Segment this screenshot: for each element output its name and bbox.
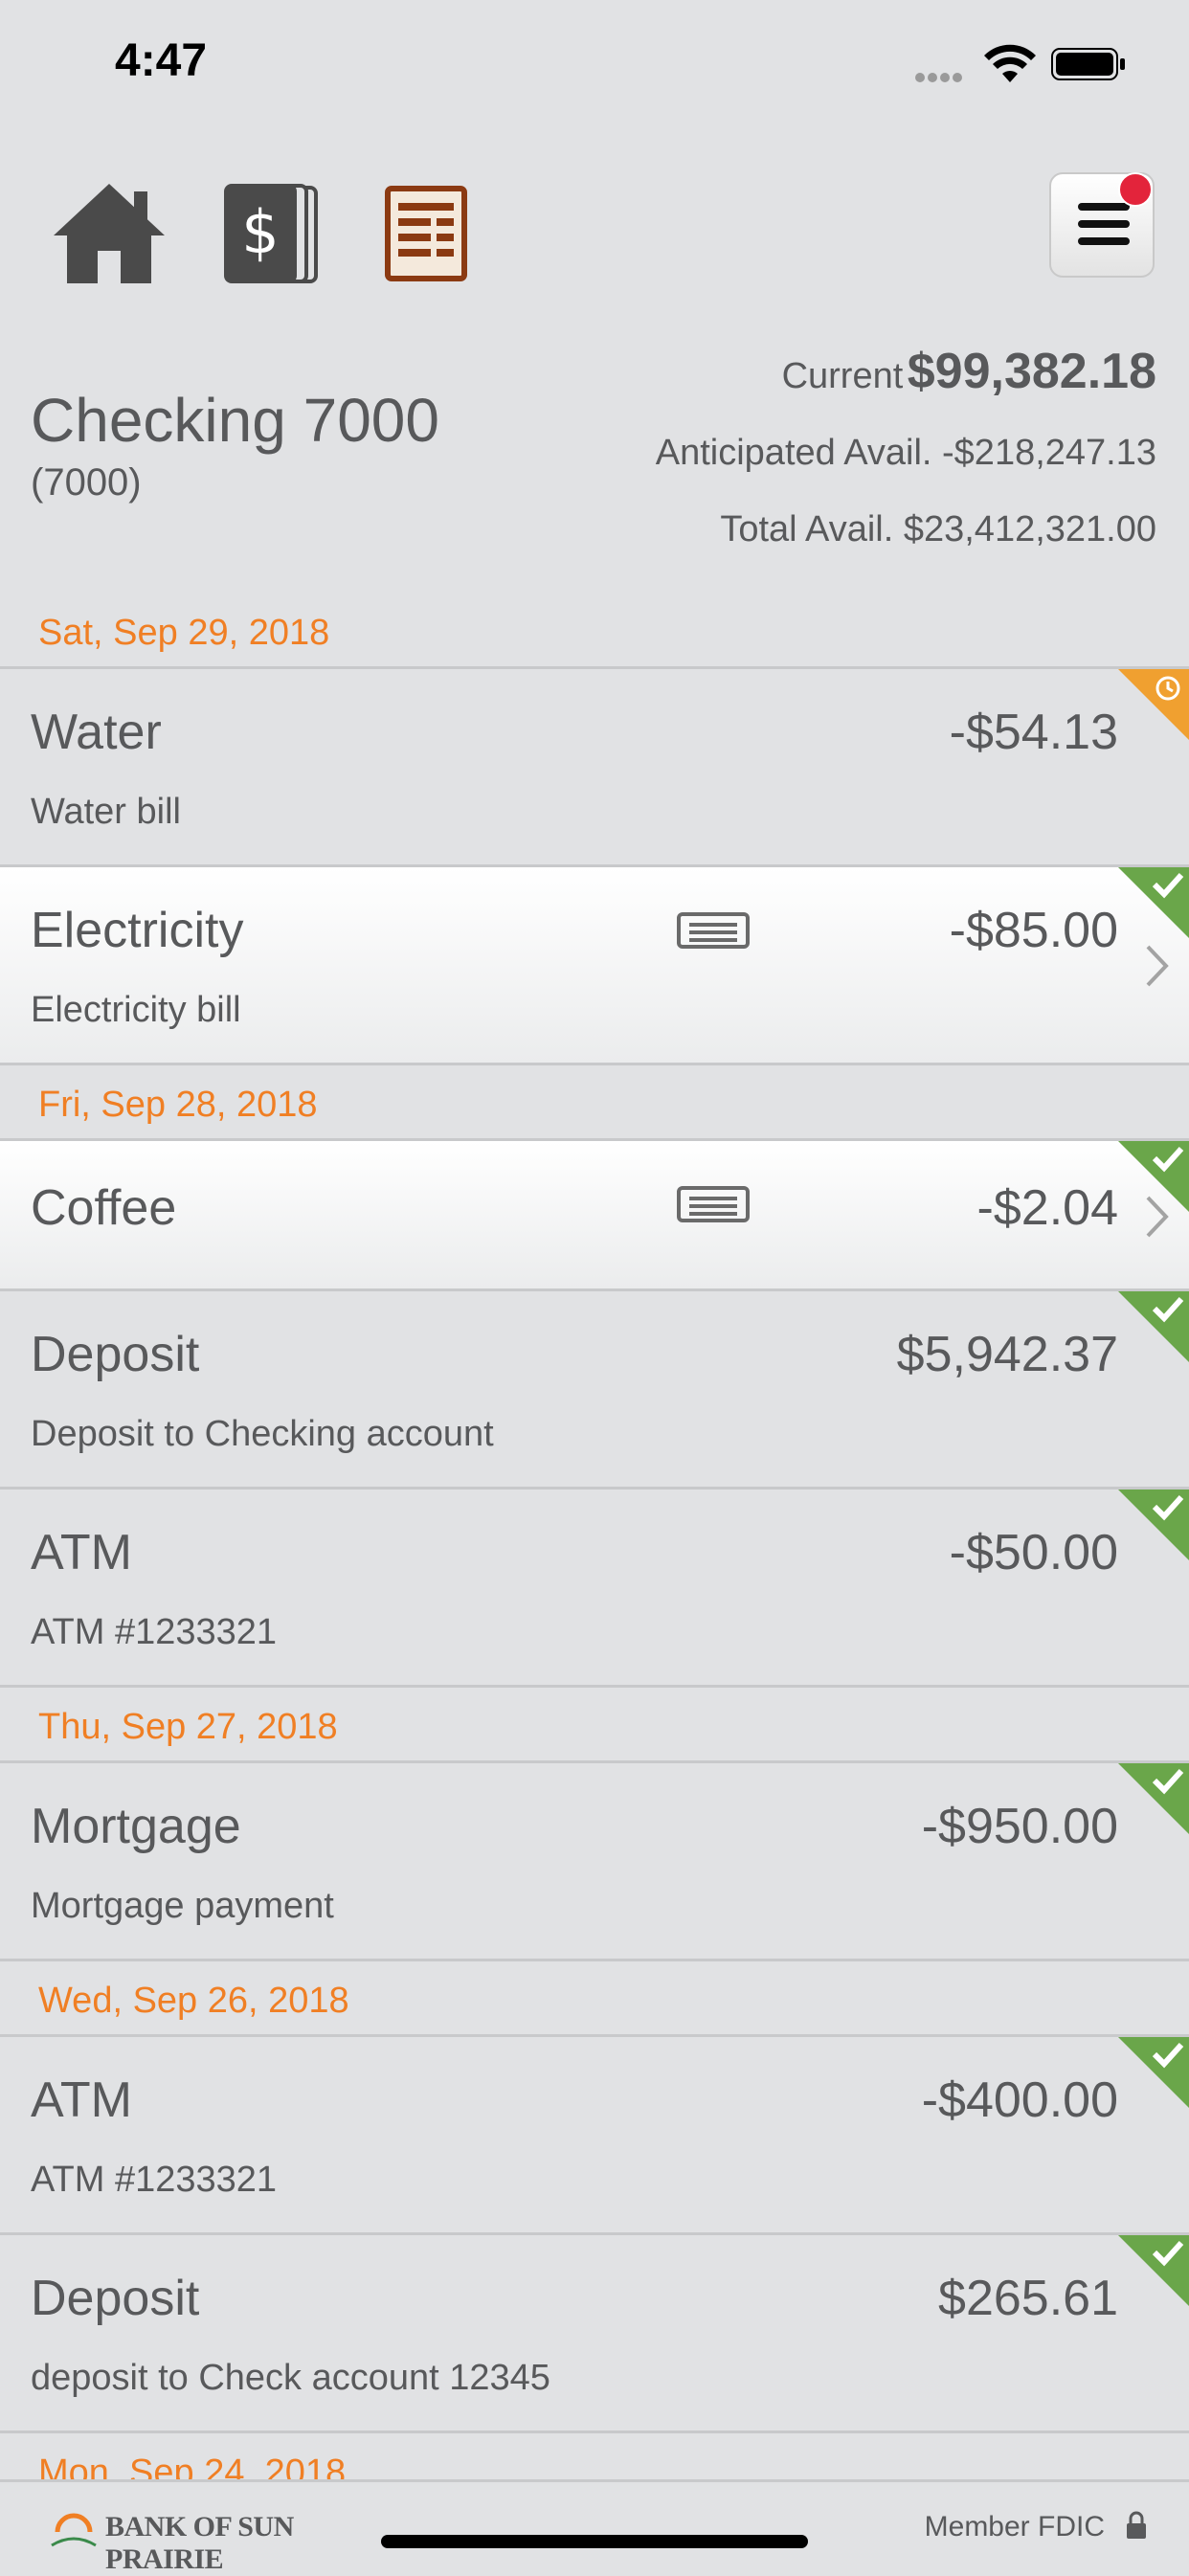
receipt-icon (677, 912, 750, 949)
footer: BANK OF SUN PRAIRIE Member FDIC (0, 2479, 1189, 2576)
transaction-row[interactable]: ATM ATM #1233321 -$50.00 (0, 1490, 1189, 1688)
notification-badge (1118, 172, 1153, 207)
home-indicator[interactable] (381, 2535, 808, 2548)
date-header: Sat, Sep 29, 2018 (0, 594, 1189, 669)
cleared-check-icon (1118, 2037, 1189, 2108)
hamburger-menu-icon (1078, 203, 1130, 255)
cleared-check-icon (1118, 2235, 1189, 2306)
transaction-row[interactable]: Mortgage Mortgage payment -$950.00 (0, 1763, 1189, 1961)
svg-text:$: $ (241, 197, 279, 267)
receipt-icon (677, 1186, 750, 1222)
transaction-row[interactable]: Electricity Electricity bill -$85.00 (0, 867, 1189, 1065)
cleared-check-icon (1118, 1490, 1189, 1560)
cleared-check-icon (1118, 867, 1189, 938)
home-icon[interactable] (50, 180, 168, 287)
transaction-row[interactable]: Coffee -$2.04 (0, 1141, 1189, 1291)
date-header: Wed, Sep 26, 2018 (0, 1961, 1189, 2037)
date-header: Fri, Sep 28, 2018 (0, 1065, 1189, 1141)
transaction-row[interactable]: Water Water bill -$54.13 (0, 669, 1189, 867)
sun-logo-icon (51, 2513, 97, 2547)
current-balance: Current $99,382.18 (781, 344, 1156, 399)
transaction-row[interactable]: Deposit deposit to Check account 12345 $… (0, 2235, 1189, 2433)
wifi-icon (984, 44, 1036, 82)
register-icon[interactable] (385, 186, 467, 281)
status-time: 4:47 (115, 35, 208, 86)
cleared-check-icon (1118, 1763, 1189, 1834)
member-fdic: Member FDIC (924, 2511, 1105, 2542)
chevron-right-icon (1146, 1196, 1169, 1238)
cleared-check-icon (1118, 1291, 1189, 1362)
total-available: Total Avail. $23,412,321.00 (720, 509, 1156, 549)
top-toolbar: $ (0, 172, 1189, 297)
transaction-list[interactable]: Sat, Sep 29, 2018 Water Water bill -$54.… (0, 594, 1189, 2509)
chevron-right-icon (1146, 945, 1169, 987)
anticipated-available: Anticipated Avail. -$218,247.13 (655, 433, 1156, 473)
transaction-row[interactable]: ATM ATM #1233321 -$400.00 (0, 2037, 1189, 2235)
bank-logo: BANK OF SUN PRAIRIE (50, 2503, 366, 2575)
account-name: Checking 7000 (31, 386, 439, 455)
lock-icon (1127, 2511, 1146, 2539)
pending-clock-icon (1118, 669, 1189, 740)
status-bar: 4:47 (0, 0, 1189, 134)
date-header: Thu, Sep 27, 2018 (0, 1688, 1189, 1763)
battery-icon (1051, 48, 1125, 80)
money-stack-icon[interactable]: $ (222, 182, 318, 285)
cellular-signal-icon (915, 70, 965, 87)
account-number: (7000) (31, 461, 142, 504)
transaction-row[interactable]: Deposit Deposit to Checking account $5,9… (0, 1291, 1189, 1490)
